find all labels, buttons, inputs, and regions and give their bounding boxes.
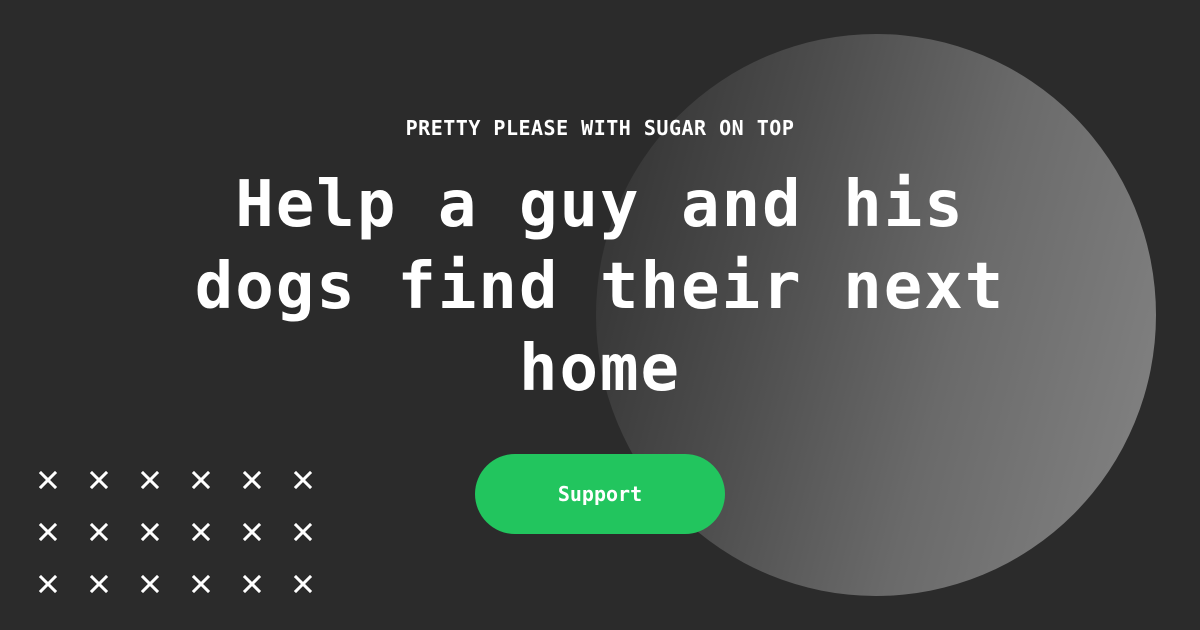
x-mark-icon — [183, 514, 219, 550]
x-mark-icon — [285, 566, 321, 602]
x-mark-icon — [132, 462, 168, 498]
x-mark-icon — [81, 566, 117, 602]
x-mark-icon — [285, 462, 321, 498]
headline: Help a guy and his dogs find their next … — [194, 168, 1006, 406]
x-mark-icon — [30, 566, 66, 602]
x-mark-icon — [81, 462, 117, 498]
x-mark-icon — [234, 462, 270, 498]
x-mark-icon — [234, 566, 270, 602]
eyebrow-text: PRETTY PLEASE WITH SUGAR ON TOP — [405, 116, 795, 140]
x-mark-icon — [132, 566, 168, 602]
x-mark-icon — [285, 514, 321, 550]
x-mark-icon — [183, 462, 219, 498]
x-mark-icon — [30, 514, 66, 550]
x-mark-icon — [132, 514, 168, 550]
x-mark-icon — [234, 514, 270, 550]
support-button[interactable]: Support — [475, 454, 725, 534]
x-mark-icon — [81, 514, 117, 550]
x-mark-icon — [183, 566, 219, 602]
x-pattern-grid — [30, 462, 330, 612]
x-mark-icon — [30, 462, 66, 498]
